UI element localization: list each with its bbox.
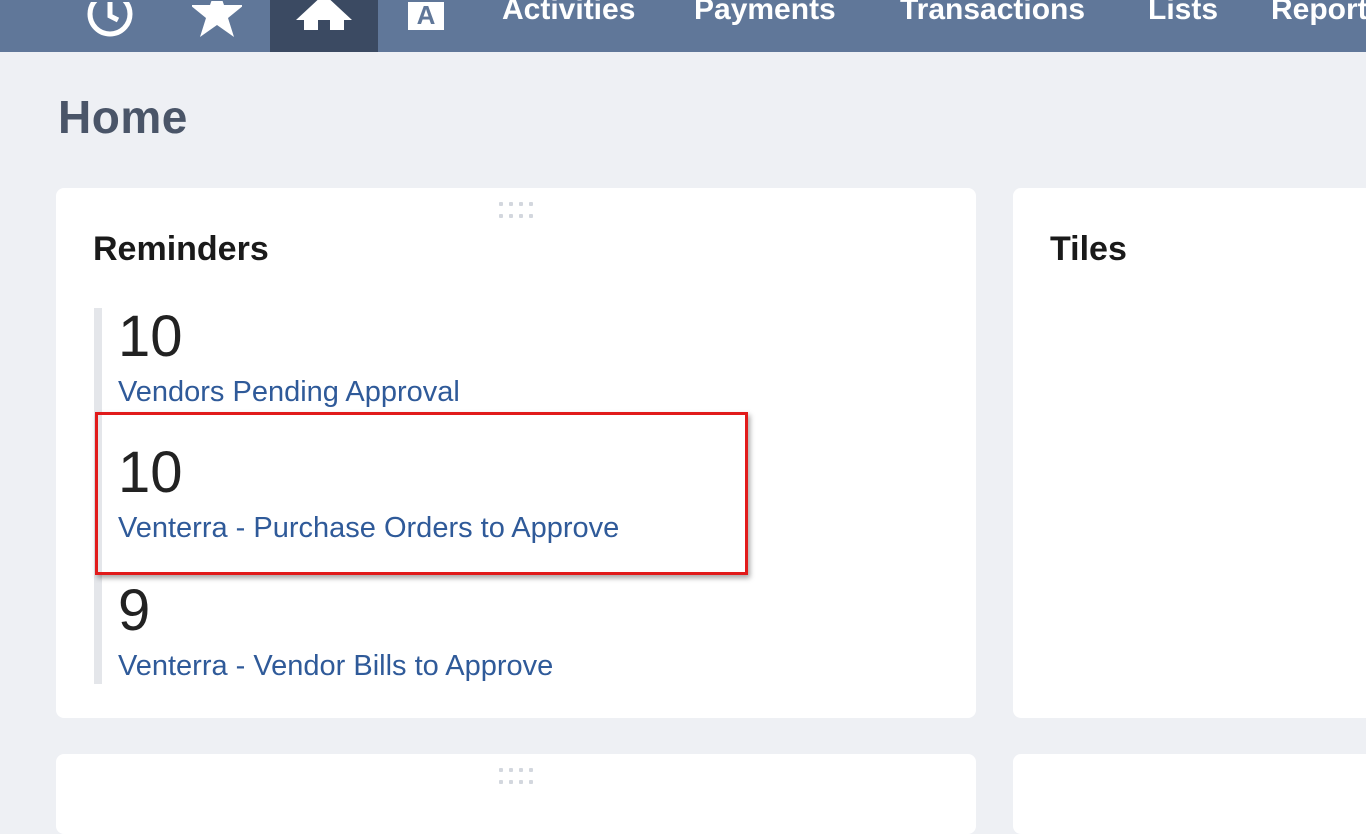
top-navigation-bar: A Activities Payments Transactions Lists… <box>0 0 1366 52</box>
tiles-portlet: Tiles <box>1013 188 1366 718</box>
lower-left-portlet <box>56 754 976 834</box>
nav-payments[interactable]: Payments <box>694 0 836 32</box>
reminder-count[interactable]: 9 <box>118 582 553 640</box>
recent-icon[interactable] <box>56 0 164 52</box>
reminder-count[interactable]: 10 <box>118 444 619 502</box>
home-icon[interactable] <box>270 0 378 52</box>
drag-handle-icon[interactable] <box>499 202 533 218</box>
reminder-item: 10 Vendors Pending Approval <box>118 308 460 410</box>
reminder-item: 9 Venterra - Vendor Bills to Approve <box>118 582 553 684</box>
id-card-icon[interactable]: A <box>372 0 480 52</box>
reminder-link[interactable]: Venterra - Purchase Orders to Approve <box>118 510 619 546</box>
lower-right-portlet <box>1013 754 1366 834</box>
nav-lists[interactable]: Lists <box>1148 0 1218 32</box>
reminder-link[interactable]: Venterra - Vendor Bills to Approve <box>118 648 553 684</box>
nav-transactions[interactable]: Transactions <box>900 0 1085 32</box>
reminders-title: Reminders <box>93 230 269 268</box>
tiles-title: Tiles <box>1050 230 1127 268</box>
nav-reports[interactable]: Reports <box>1271 0 1366 32</box>
svg-text:A: A <box>417 2 436 30</box>
reminder-count[interactable]: 10 <box>118 308 460 366</box>
favorites-icon[interactable] <box>163 0 271 52</box>
reminders-portlet: Reminders 10 Vendors Pending Approval 10… <box>56 188 976 718</box>
nav-activities[interactable]: Activities <box>502 0 635 32</box>
reminder-item: 10 Venterra - Purchase Orders to Approve <box>118 444 619 546</box>
page-title: Home <box>58 91 188 143</box>
reminders-accent-bar <box>94 308 102 684</box>
drag-handle-icon[interactable] <box>499 768 533 784</box>
reminder-link[interactable]: Vendors Pending Approval <box>118 374 460 410</box>
